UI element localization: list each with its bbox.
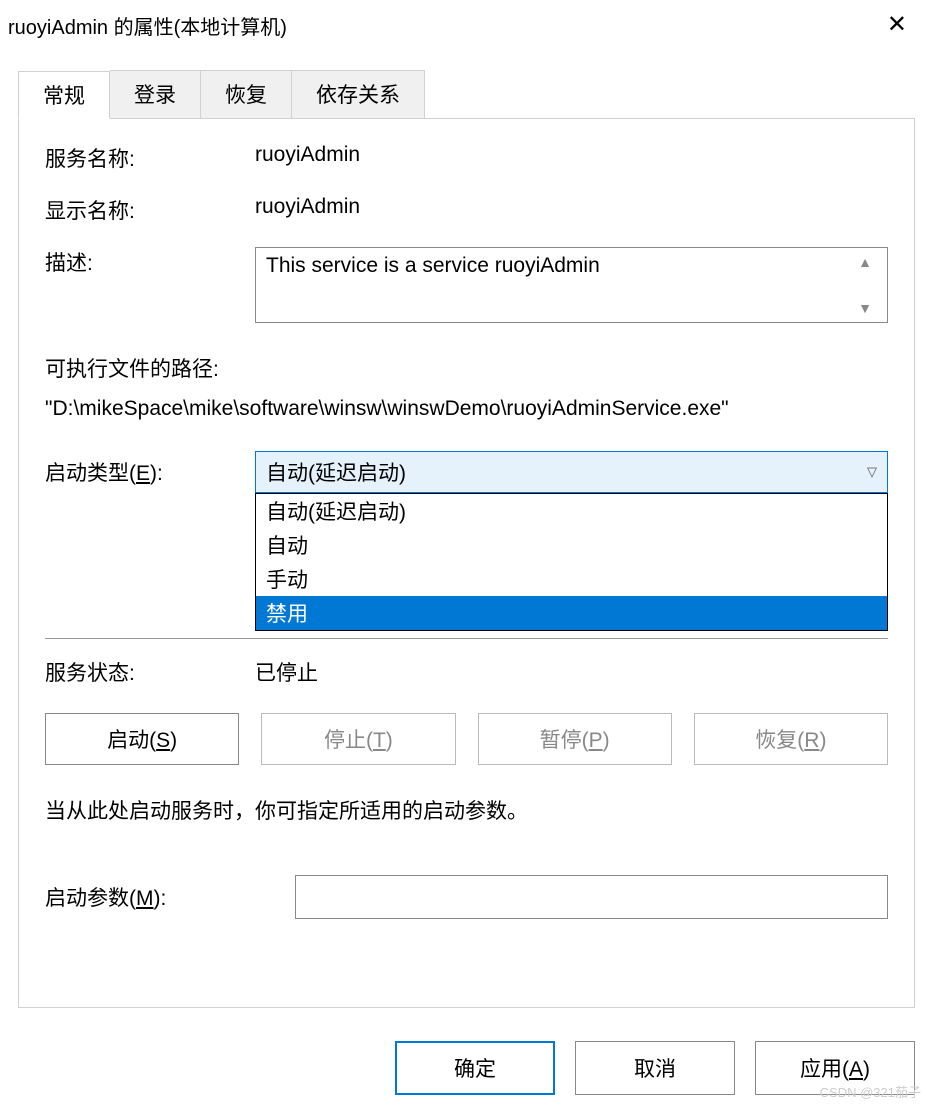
display-name-value: ruoyiAdmin <box>255 195 888 219</box>
description-label: 描述: <box>45 247 255 277</box>
service-status-value: 已停止 <box>255 657 888 687</box>
start-param-input[interactable] <box>295 875 888 919</box>
resume-button: 恢复(R) <box>694 713 888 765</box>
chevron-down-icon: ▽ <box>867 464 877 480</box>
scroll-up-icon[interactable]: ▲ <box>858 254 872 270</box>
display-name-label: 显示名称: <box>45 195 255 225</box>
description-scrollbar[interactable]: ▲ ▼ <box>853 254 877 316</box>
scroll-down-icon[interactable]: ▼ <box>858 300 872 316</box>
ok-button[interactable]: 确定 <box>395 1041 555 1095</box>
service-name-label: 服务名称: <box>45 143 255 173</box>
startup-option-manual[interactable]: 手动 <box>256 562 887 596</box>
description-text: This service is a service ruoyiAdmin <box>266 254 853 316</box>
startup-option-disabled[interactable]: 禁用 <box>256 596 887 630</box>
tabs: 常规 登录 恢复 依存关系 <box>18 70 933 118</box>
startup-type-label: 启动类型(E): <box>45 457 255 487</box>
tab-recovery[interactable]: 恢复 <box>201 70 292 118</box>
description-box[interactable]: This service is a service ruoyiAdmin ▲ ▼ <box>255 247 888 323</box>
tab-logon[interactable]: 登录 <box>110 70 201 118</box>
service-status-label: 服务状态: <box>45 657 255 687</box>
general-panel: 服务名称: ruoyiAdmin 显示名称: ruoyiAdmin 描述: Th… <box>18 118 915 1008</box>
startup-type-options-list: 自动(延迟启动) 自动 手动 禁用 <box>255 493 888 631</box>
startup-option-auto-delayed[interactable]: 自动(延迟启动) <box>256 494 887 528</box>
start-button[interactable]: 启动(S) <box>45 713 239 765</box>
pause-button: 暂停(P) <box>478 713 672 765</box>
tab-dependencies[interactable]: 依存关系 <box>292 70 425 118</box>
startup-type-selected: 自动(延迟启动) <box>266 457 406 487</box>
close-icon[interactable]: ✕ <box>879 9 915 41</box>
exe-path-value: "D:\mikeSpace\mike\software\winsw\winswD… <box>45 397 888 421</box>
watermark: CSDN @321茄子 <box>820 1082 921 1101</box>
start-param-label: 启动参数(M): <box>45 882 295 912</box>
titlebar: ruoyiAdmin 的属性(本地计算机) ✕ <box>0 0 933 50</box>
divider <box>45 638 888 639</box>
cancel-button[interactable]: 取消 <box>575 1041 735 1095</box>
window-title: ruoyiAdmin 的属性(本地计算机) <box>8 11 287 40</box>
startup-option-auto[interactable]: 自动 <box>256 528 887 562</box>
exe-path-label: 可执行文件的路径: <box>45 353 888 383</box>
startup-type-dropdown[interactable]: 自动(延迟启动) ▽ <box>255 451 888 493</box>
start-hint: 当从此处启动服务时，你可指定所适用的启动参数。 <box>45 795 888 825</box>
stop-button: 停止(T) <box>261 713 455 765</box>
service-name-value: ruoyiAdmin <box>255 143 888 167</box>
tab-general[interactable]: 常规 <box>18 71 110 119</box>
